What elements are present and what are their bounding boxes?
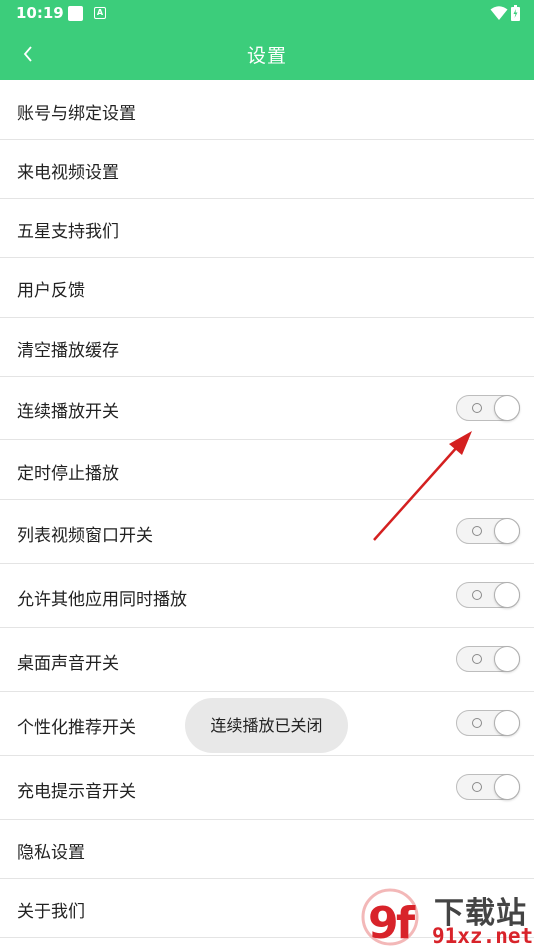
settings-item-label: 充电提示音开关 xyxy=(17,782,136,802)
settings-item-five-star[interactable]: 五星支持我们 xyxy=(0,199,534,258)
settings-item-label: 五星支持我们 xyxy=(17,222,119,242)
settings-item-label: 个性化推荐开关 xyxy=(17,718,136,738)
toggle-knob xyxy=(494,582,520,608)
toggle-knob xyxy=(494,646,520,672)
allow-other-apps-toggle[interactable] xyxy=(456,582,520,608)
app-bar: 设置 xyxy=(0,28,534,80)
toggle-knob xyxy=(494,710,520,736)
toggle-knob xyxy=(494,518,520,544)
toggle-knob xyxy=(494,774,520,800)
settings-item-label: 隐私设置 xyxy=(17,843,85,863)
settings-item-label: 连续播放开关 xyxy=(17,402,119,422)
settings-item-label: 关于我们 xyxy=(17,902,85,922)
settings-item-account-binding[interactable]: 账号与绑定设置 xyxy=(0,80,534,140)
toggle-off-icon xyxy=(472,590,482,600)
settings-item-label: 来电视频设置 xyxy=(17,163,119,183)
settings-item-label: 清空播放缓存 xyxy=(17,341,119,361)
settings-item-clear-cache[interactable]: 清空播放缓存 xyxy=(0,318,534,377)
status-time: 10:19 xyxy=(16,4,64,22)
settings-item-label: 允许其他应用同时播放 xyxy=(17,590,187,610)
settings-item-list-video-window[interactable]: 列表视频窗口开关 xyxy=(0,500,534,564)
settings-item-feedback[interactable]: 用户反馈 xyxy=(0,258,534,318)
settings-item-continuous-play[interactable]: 连续播放开关 xyxy=(0,377,534,440)
watermark-site-url: 91xz.net xyxy=(432,924,534,948)
toggle-off-icon xyxy=(472,718,482,728)
settings-item-charging-sound[interactable]: 充电提示音开关 xyxy=(0,756,534,820)
settings-item-privacy[interactable]: 隐私设置 xyxy=(0,820,534,879)
notification-square-icon xyxy=(68,6,83,21)
personalized-recommend-toggle[interactable] xyxy=(456,710,520,736)
battery-charging-icon xyxy=(511,5,520,21)
settings-item-label: 定时停止播放 xyxy=(17,464,119,484)
desktop-sound-toggle[interactable] xyxy=(456,646,520,672)
settings-item-desktop-sound[interactable]: 桌面声音开关 xyxy=(0,628,534,692)
svg-text:9: 9 xyxy=(368,898,399,948)
settings-item-ringtone-video[interactable]: 来电视频设置 xyxy=(0,140,534,199)
settings-item-label: 列表视频窗口开关 xyxy=(17,526,153,546)
toggle-off-icon xyxy=(472,403,482,413)
watermark: 9 f 下载站 91xz.net xyxy=(360,886,534,950)
continuous-play-toggle[interactable] xyxy=(456,395,520,421)
toggle-off-icon xyxy=(472,526,482,536)
settings-item-allow-other-apps[interactable]: 允许其他应用同时播放 xyxy=(0,564,534,628)
charging-sound-toggle[interactable] xyxy=(456,774,520,800)
svg-text:f: f xyxy=(396,898,416,948)
toast-message: 连续播放已关闭 xyxy=(185,698,348,753)
page-title: 设置 xyxy=(246,45,287,67)
status-bar: 10:19 A xyxy=(0,0,534,28)
toggle-off-icon xyxy=(472,654,482,664)
settings-item-label: 账号与绑定设置 xyxy=(17,104,136,124)
settings-item-label: 桌面声音开关 xyxy=(17,654,119,674)
watermark-logo-icon: 9 f xyxy=(361,888,419,948)
notification-a-icon: A xyxy=(94,7,106,19)
settings-item-timer-stop[interactable]: 定时停止播放 xyxy=(0,440,534,500)
settings-item-label: 用户反馈 xyxy=(17,281,85,301)
toggle-knob xyxy=(494,395,520,421)
toggle-off-icon xyxy=(472,782,482,792)
list-video-window-toggle[interactable] xyxy=(456,518,520,544)
wifi-icon xyxy=(490,6,508,20)
